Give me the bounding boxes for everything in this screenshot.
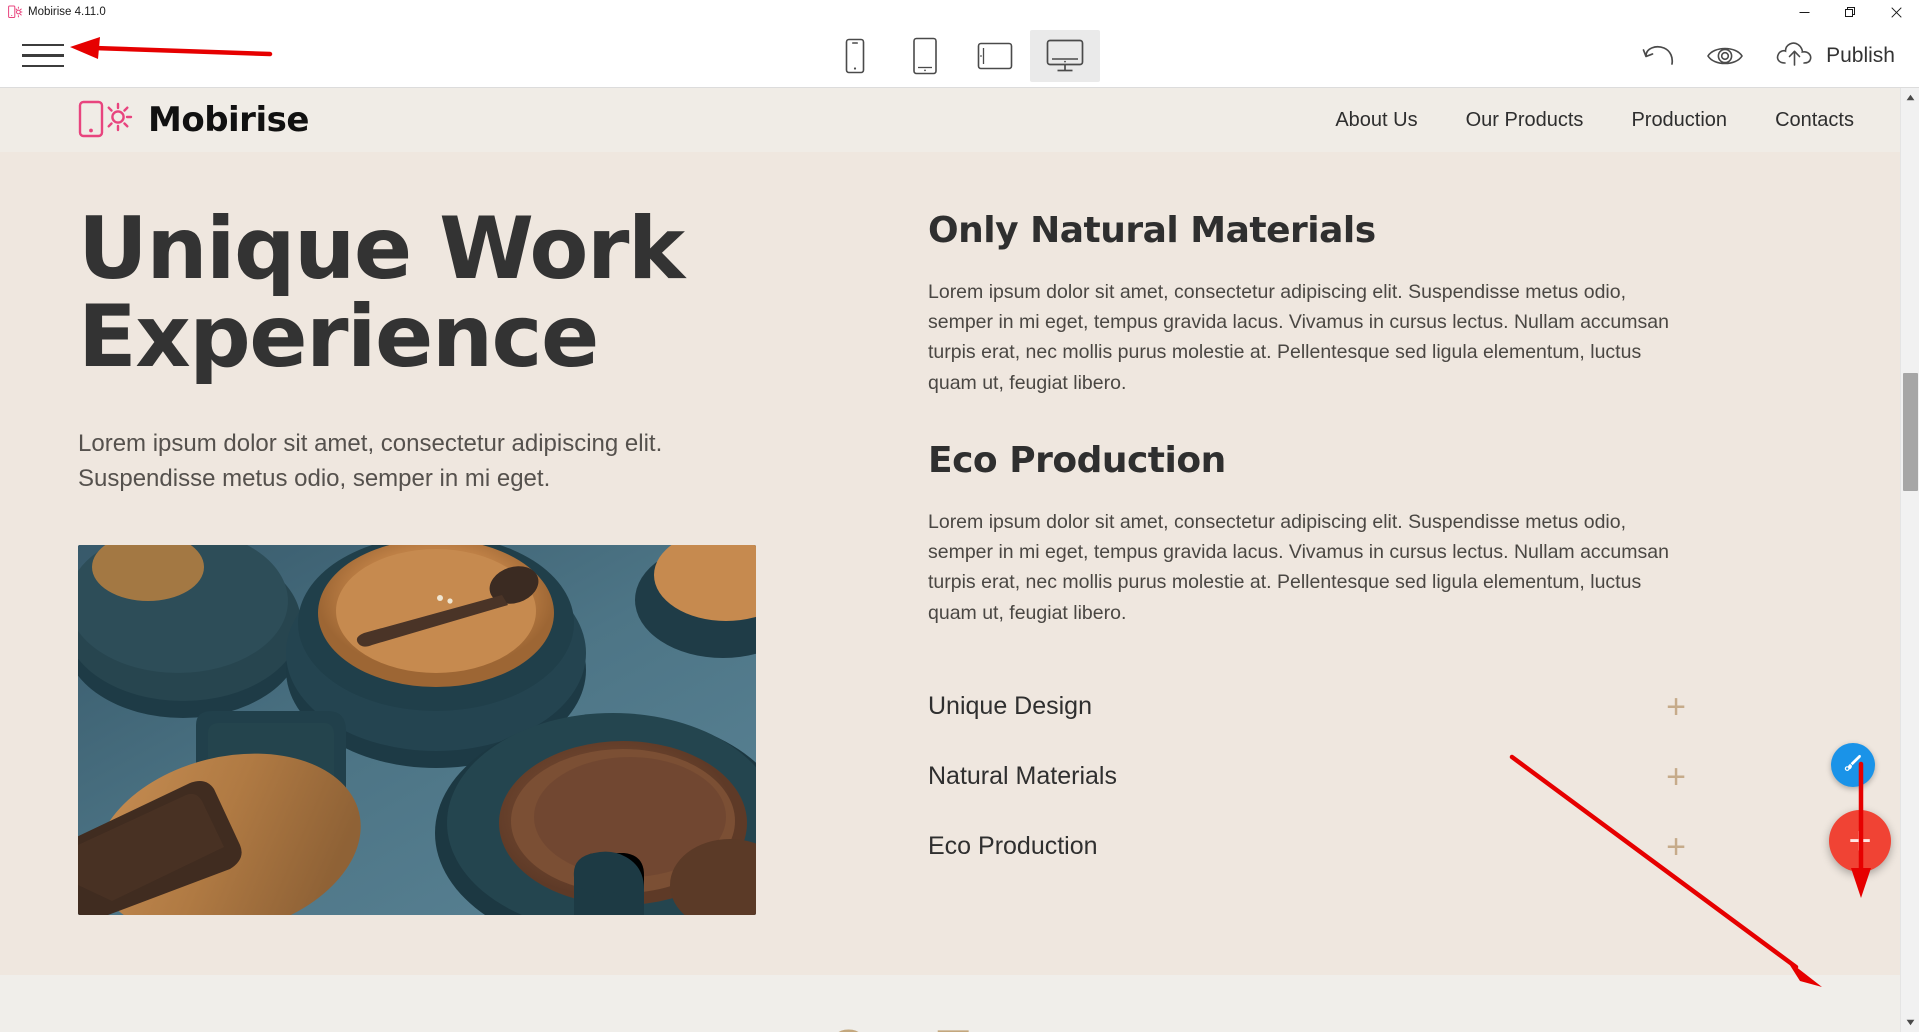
close-button[interactable] <box>1873 0 1919 24</box>
mobirise-logo-icon <box>78 97 136 144</box>
minimize-button[interactable] <box>1781 0 1827 24</box>
hamburger-menu-icon[interactable] <box>22 39 66 73</box>
paintbrush-icon <box>1841 751 1865 780</box>
undo-icon[interactable] <box>1642 42 1676 70</box>
hero-image[interactable] <box>78 545 756 916</box>
style-editor-fab-button[interactable] <box>1831 743 1875 787</box>
site-brand[interactable]: Mobirise <box>78 97 309 144</box>
team-section[interactable]: Our Team <box>0 975 1900 1032</box>
accordion-item-unique-design[interactable]: Unique Design + <box>928 672 1688 742</box>
eye-preview-icon[interactable] <box>1706 43 1744 69</box>
app-toolbar: Publish <box>0 24 1919 88</box>
hero-title: Unique Work Experience <box>78 199 685 387</box>
site-brand-name: Mobirise <box>148 100 309 140</box>
scroll-down-arrow-icon[interactable] <box>1901 1013 1919 1032</box>
nav-item-our-products[interactable]: Our Products <box>1466 109 1584 132</box>
hero-left-column: Unique Work Experience Lorem ipsum dolor… <box>78 192 878 916</box>
scroll-up-arrow-icon[interactable] <box>1901 88 1919 107</box>
publish-button[interactable]: Publish <box>1774 38 1895 73</box>
cloud-upload-icon <box>1774 38 1816 73</box>
publish-label: Publish <box>1826 43 1895 67</box>
nav-item-about-us[interactable]: About Us <box>1335 109 1417 132</box>
window-controls <box>1781 0 1919 24</box>
accordion-item-eco-production[interactable]: Eco Production + <box>928 812 1688 882</box>
toolbar-right-actions: Publish <box>1642 38 1895 73</box>
plus-icon[interactable]: + <box>1666 830 1686 864</box>
maximize-restore-button[interactable] <box>1827 0 1873 24</box>
site-navigation: About Us Our Products Production Contact… <box>1335 109 1854 132</box>
hero-section[interactable]: Unique Work Experience Lorem ipsum dolor… <box>0 152 1900 976</box>
plus-icon: + <box>1848 819 1872 863</box>
window-title-bar: Mobirise 4.11.0 <box>0 0 1919 24</box>
nav-item-production[interactable]: Production <box>1631 109 1727 132</box>
hero-subtitle: Lorem ipsum dolor sit amet, consectetur … <box>78 430 663 493</box>
nav-item-contacts[interactable]: Contacts <box>1775 109 1854 132</box>
website-preview-canvas[interactable]: Mobirise About Us Our Products Productio… <box>0 88 1900 1032</box>
device-desktop-button[interactable] <box>1029 29 1100 82</box>
site-header[interactable]: Mobirise About Us Our Products Productio… <box>0 88 1900 152</box>
feature-heading-eco-production: Eco Production <box>928 439 1226 481</box>
device-tablet-landscape-button[interactable] <box>960 30 1030 82</box>
feature-heading-natural-materials: Only Natural Materials <box>928 210 1376 251</box>
scrollbar-thumb[interactable] <box>1903 373 1918 491</box>
accordion-label: Eco Production <box>928 832 1098 861</box>
vertical-scrollbar[interactable] <box>1900 88 1919 1032</box>
add-block-fab-button[interactable]: + <box>1829 810 1891 872</box>
accordion-label: Natural Materials <box>928 762 1117 791</box>
window-title-text: Mobirise 4.11.0 <box>28 5 106 18</box>
plus-icon[interactable]: + <box>1666 760 1686 794</box>
feature-body-eco-production: Lorem ipsum dolor sit amet, consectetur … <box>928 510 1669 624</box>
device-mobile-portrait-button[interactable] <box>820 30 890 82</box>
device-preview-switcher <box>820 29 1100 82</box>
accordion-label: Unique Design <box>928 692 1092 721</box>
team-section-title: Our Team <box>829 1021 1072 1032</box>
plus-icon[interactable]: + <box>1666 690 1686 724</box>
device-tablet-portrait-button[interactable] <box>890 30 960 82</box>
feature-accordion: Unique Design + Natural Materials + Eco … <box>928 672 1688 882</box>
accordion-item-natural-materials[interactable]: Natural Materials + <box>928 742 1688 812</box>
feature-body-natural-materials: Lorem ipsum dolor sit amet, consectetur … <box>928 281 1669 394</box>
app-logo-icon <box>5 5 25 19</box>
hero-right-column: Only Natural Materials Lorem ipsum dolor… <box>928 192 1854 915</box>
